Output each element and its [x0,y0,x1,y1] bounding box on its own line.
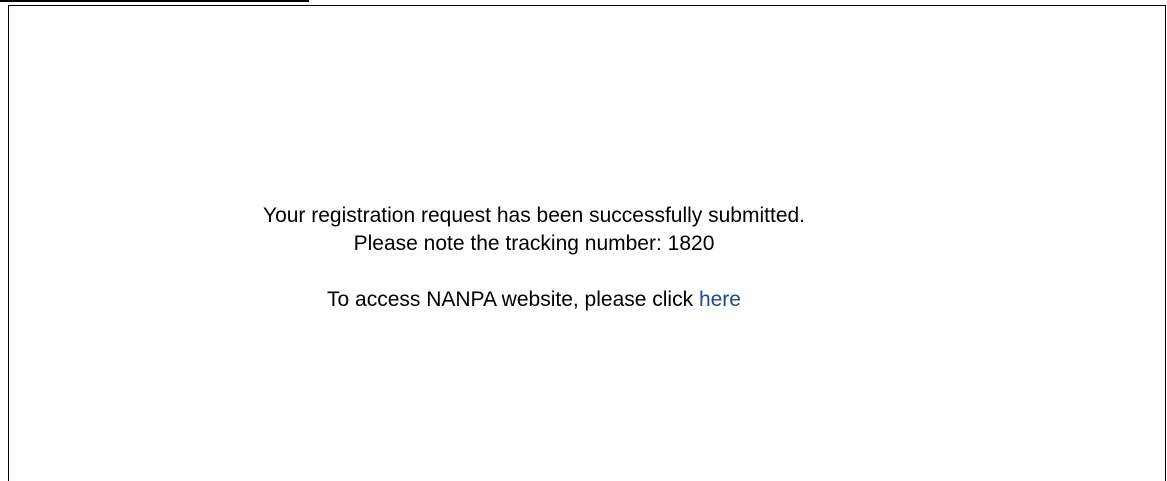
here-link[interactable]: here [699,288,741,311]
access-message: To access NANPA website, please click he… [9,286,1059,314]
tracking-number: 1820 [667,232,715,255]
tracking-message: Please note the tracking number: 1820 [9,230,1059,258]
access-label: To access NANPA website, please click [327,288,694,311]
content-panel: Your registration request has been succe… [8,5,1166,481]
tracking-label: Please note the tracking number: [353,232,662,255]
top-underline [0,0,309,2]
success-message: Your registration request has been succe… [262,204,806,227]
confirmation-message: Your registration request has been succe… [9,202,1059,314]
